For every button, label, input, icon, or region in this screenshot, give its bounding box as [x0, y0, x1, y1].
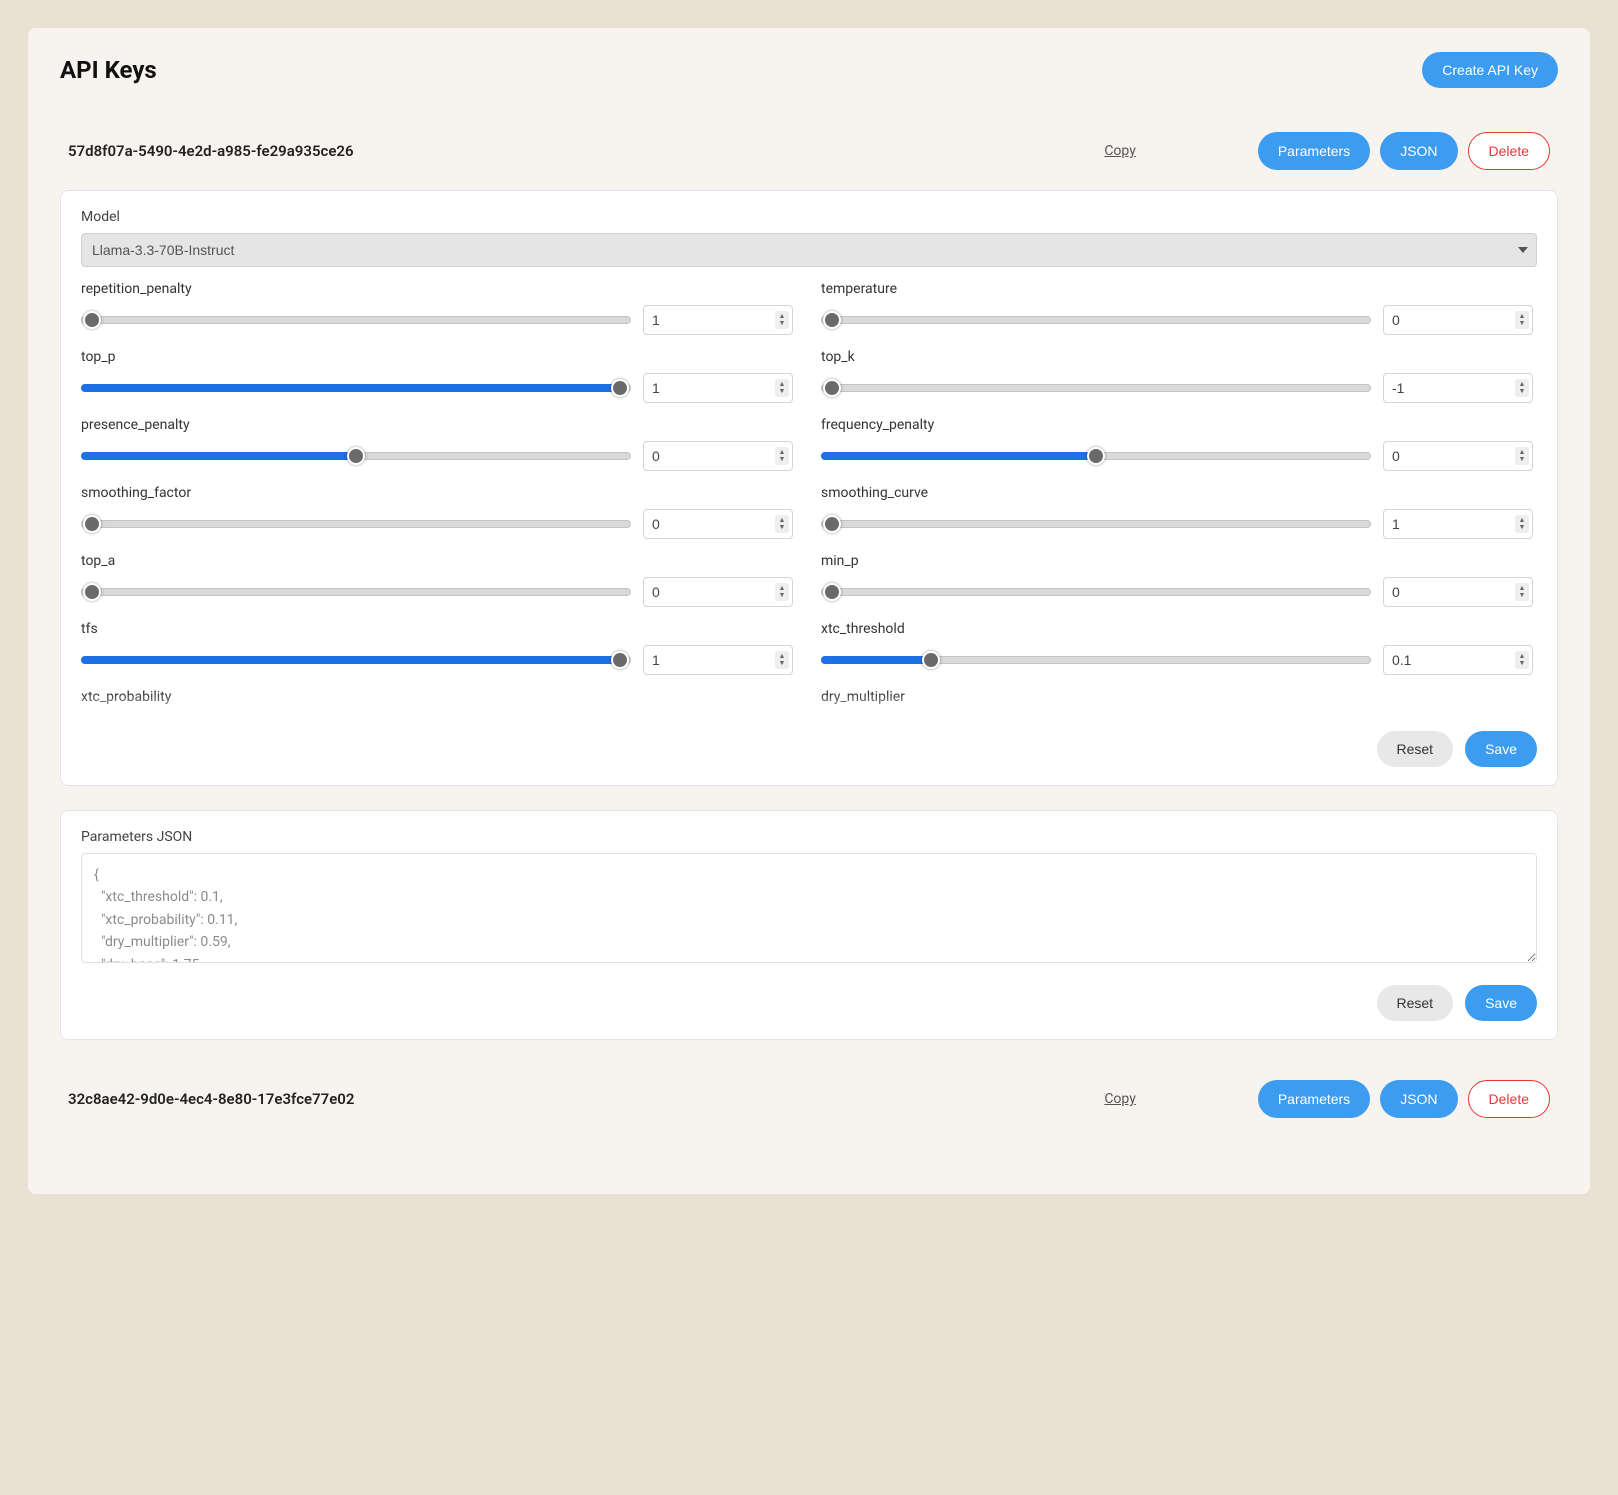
stepper-icon[interactable]: ▲▼: [1515, 515, 1529, 533]
param-value-input[interactable]: [1383, 441, 1533, 471]
json-button[interactable]: JSON: [1380, 132, 1457, 170]
json-card: Parameters JSON Reset Save: [60, 810, 1558, 1040]
page-header: API Keys Create API Key: [60, 52, 1558, 88]
slider[interactable]: [821, 515, 1371, 533]
param-value-input[interactable]: [1383, 645, 1533, 675]
delete-button[interactable]: Delete: [1468, 132, 1550, 170]
param-label: frequency_penalty: [821, 417, 1533, 433]
param-label: min_p: [821, 553, 1533, 569]
stepper-icon[interactable]: ▲▼: [775, 515, 789, 533]
stepper-icon[interactable]: ▲▼: [1515, 583, 1529, 601]
param-label: smoothing_curve: [821, 485, 1533, 501]
slider[interactable]: [81, 447, 631, 465]
param-value-input[interactable]: [643, 645, 793, 675]
param-label: repetition_penalty: [81, 281, 793, 297]
parameters-actions: Reset Save: [81, 731, 1537, 767]
api-key-id: 32c8ae42-9d0e-4ec4-8e80-17e3fce77e02: [68, 1090, 1092, 1108]
param-xtc_threshold: xtc_threshold ▲▼: [821, 621, 1533, 675]
stepper-icon[interactable]: ▲▼: [775, 651, 789, 669]
param-value-input[interactable]: [643, 509, 793, 539]
param-dry_multiplier: dry_multiplier: [821, 689, 1533, 713]
param-label: xtc_probability: [81, 689, 793, 705]
param-label: tfs: [81, 621, 793, 637]
delete-button[interactable]: Delete: [1468, 1080, 1550, 1118]
api-key-block: 32c8ae42-9d0e-4ec4-8e80-17e3fce77e02 Cop…: [60, 1064, 1558, 1138]
stepper-icon[interactable]: ▲▼: [1515, 447, 1529, 465]
parameters-card: Model Llama-3.3-70B-Instruct repetition_…: [60, 190, 1558, 786]
param-tfs: tfs ▲▼: [81, 621, 793, 675]
param-value-input[interactable]: [1383, 577, 1533, 607]
key-actions: Parameters JSON Delete: [1258, 132, 1550, 170]
stepper-icon[interactable]: ▲▼: [1515, 379, 1529, 397]
copy-link[interactable]: Copy: [1104, 143, 1136, 159]
reset-button[interactable]: Reset: [1377, 985, 1454, 1021]
stepper-icon[interactable]: ▲▼: [1515, 651, 1529, 669]
api-key-row: 32c8ae42-9d0e-4ec4-8e80-17e3fce77e02 Cop…: [60, 1064, 1558, 1138]
param-value-input[interactable]: [1383, 373, 1533, 403]
param-temperature: temperature ▲▼: [821, 281, 1533, 335]
stepper-icon[interactable]: ▲▼: [775, 311, 789, 329]
save-button[interactable]: Save: [1465, 731, 1537, 767]
slider[interactable]: [81, 311, 631, 329]
param-label: dry_multiplier: [821, 689, 1533, 705]
param-value-input[interactable]: [1383, 305, 1533, 335]
parameters-scroll[interactable]: repetition_penalty ▲▼ temperature ▲▼ top_p ▲▼…: [81, 281, 1537, 713]
stepper-icon[interactable]: ▲▼: [775, 447, 789, 465]
stepper-icon[interactable]: ▲▼: [775, 583, 789, 601]
param-top_a: top_a ▲▼: [81, 553, 793, 607]
api-key-row: 57d8f07a-5490-4e2d-a985-fe29a935ce26 Cop…: [60, 116, 1558, 190]
param-label: top_k: [821, 349, 1533, 365]
param-value-input[interactable]: [643, 305, 793, 335]
stepper-icon[interactable]: ▲▼: [1515, 311, 1529, 329]
param-label: xtc_threshold: [821, 621, 1533, 637]
parameters-button[interactable]: Parameters: [1258, 1080, 1370, 1118]
param-label: temperature: [821, 281, 1533, 297]
reset-button[interactable]: Reset: [1377, 731, 1454, 767]
page-container: API Keys Create API Key 57d8f07a-5490-4e…: [28, 28, 1590, 1194]
param-top_p: top_p ▲▼: [81, 349, 793, 403]
slider[interactable]: [821, 583, 1371, 601]
slider[interactable]: [821, 379, 1371, 397]
api-key-id: 57d8f07a-5490-4e2d-a985-fe29a935ce26: [68, 142, 1092, 160]
param-xtc_probability: xtc_probability: [81, 689, 793, 713]
key-actions: Parameters JSON Delete: [1258, 1080, 1550, 1118]
param-label: top_a: [81, 553, 793, 569]
slider[interactable]: [81, 583, 631, 601]
save-button[interactable]: Save: [1465, 985, 1537, 1021]
param-presence_penalty: presence_penalty ▲▼: [81, 417, 793, 471]
param-label: presence_penalty: [81, 417, 793, 433]
param-smoothing_curve: smoothing_curve ▲▼: [821, 485, 1533, 539]
json-actions: Reset Save: [81, 985, 1537, 1021]
copy-link[interactable]: Copy: [1104, 1091, 1136, 1107]
json-panel-title: Parameters JSON: [81, 829, 1537, 845]
slider[interactable]: [821, 447, 1371, 465]
stepper-icon[interactable]: ▲▼: [775, 379, 789, 397]
json-button[interactable]: JSON: [1380, 1080, 1457, 1118]
create-api-key-button[interactable]: Create API Key: [1422, 52, 1558, 88]
param-value-input[interactable]: [643, 441, 793, 471]
json-textarea[interactable]: [81, 853, 1537, 963]
param-top_k: top_k ▲▼: [821, 349, 1533, 403]
api-key-block: 57d8f07a-5490-4e2d-a985-fe29a935ce26 Cop…: [60, 116, 1558, 1040]
model-select[interactable]: Llama-3.3-70B-Instruct: [81, 233, 1537, 267]
page-title: API Keys: [60, 56, 157, 84]
param-repetition_penalty: repetition_penalty ▲▼: [81, 281, 793, 335]
param-value-input[interactable]: [643, 577, 793, 607]
param-label: smoothing_factor: [81, 485, 793, 501]
param-value-input[interactable]: [1383, 509, 1533, 539]
model-label: Model: [81, 209, 1537, 225]
param-label: top_p: [81, 349, 793, 365]
param-frequency_penalty: frequency_penalty ▲▼: [821, 417, 1533, 471]
slider[interactable]: [81, 515, 631, 533]
param-min_p: min_p ▲▼: [821, 553, 1533, 607]
parameters-button[interactable]: Parameters: [1258, 132, 1370, 170]
param-value-input[interactable]: [643, 373, 793, 403]
param-smoothing_factor: smoothing_factor ▲▼: [81, 485, 793, 539]
slider[interactable]: [81, 651, 631, 669]
slider[interactable]: [81, 379, 631, 397]
slider[interactable]: [821, 651, 1371, 669]
slider[interactable]: [821, 311, 1371, 329]
